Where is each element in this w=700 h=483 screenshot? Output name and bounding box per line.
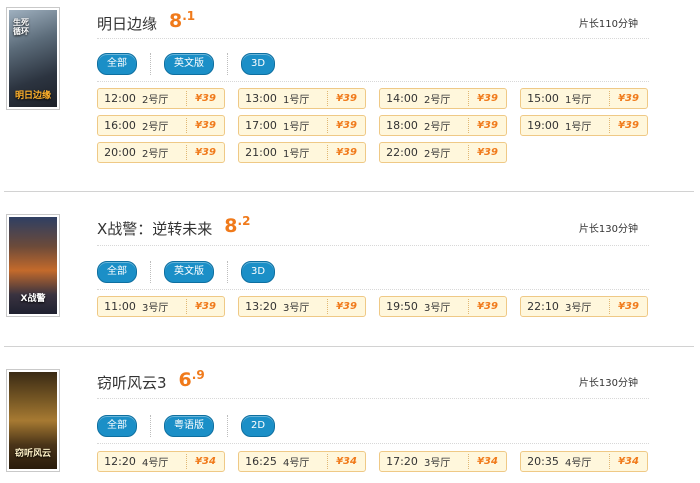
version-filter: 全部 英文版 3D xyxy=(97,260,276,284)
tag-divider xyxy=(97,81,649,82)
showtime-slot[interactable]: 19:50 3号厅 ¥39 xyxy=(379,296,507,317)
showtime-slot[interactable]: 17:00 1号厅 ¥39 xyxy=(238,115,366,136)
filter-separator xyxy=(227,53,228,75)
tag-divider xyxy=(97,443,649,444)
showtime-slot[interactable]: 20:00 2号厅 ¥39 xyxy=(97,142,225,163)
movie-duration: 片长110分钟 xyxy=(578,19,638,30)
filter-all-button[interactable]: 全部 xyxy=(97,415,137,437)
showtime-slot[interactable]: 20:35 4号厅 ¥34 xyxy=(520,451,648,472)
showtime-slot[interactable]: 22:00 2号厅 ¥39 xyxy=(379,142,507,163)
showtime-slot[interactable]: 21:00 1号厅 ¥39 xyxy=(238,142,366,163)
filter-language-button[interactable]: 英文版 xyxy=(164,53,214,75)
version-filter: 全部 英文版 3D xyxy=(97,52,276,76)
movie-duration: 片长130分钟 xyxy=(578,378,638,389)
movie-title[interactable]: 明日边缘 xyxy=(97,15,157,33)
showtime-slot[interactable]: 13:20 3号厅 ¥39 xyxy=(238,296,366,317)
title-divider xyxy=(97,38,649,39)
movie-title-row: X战警：逆转未来 8.2 xyxy=(97,212,250,238)
filter-separator xyxy=(150,53,151,75)
poster-title-text: 窃听风云 xyxy=(14,449,51,459)
filter-separator xyxy=(227,261,228,283)
movie-poster[interactable]: X战警 xyxy=(6,214,60,317)
movie-title-row: 明日边缘 8.1 xyxy=(97,7,195,33)
movie-title[interactable]: 窃听风云3 xyxy=(97,374,167,392)
filter-language-button[interactable]: 粤语版 xyxy=(164,415,214,437)
filter-all-button[interactable]: 全部 xyxy=(97,53,137,75)
movie-poster[interactable]: 窃听风云 xyxy=(6,369,60,472)
movie-title[interactable]: X战警：逆转未来 xyxy=(97,220,212,238)
filter-format-button[interactable]: 3D xyxy=(241,261,276,283)
poster-image: X战警 xyxy=(9,217,57,314)
filter-separator xyxy=(227,415,228,437)
version-filter: 全部 粤语版 2D xyxy=(97,414,276,438)
poster-image: 生死循环 明日边缘 xyxy=(9,10,57,107)
showtime-slot[interactable]: 18:00 2号厅 ¥39 xyxy=(379,115,507,136)
filter-format-button[interactable]: 2D xyxy=(241,415,276,437)
showtime-slot[interactable]: 13:00 1号厅 ¥39 xyxy=(238,88,366,109)
movie-score: 8.1 xyxy=(169,9,196,32)
title-divider xyxy=(97,245,649,246)
showtime-slot[interactable]: 11:00 3号厅 ¥39 xyxy=(97,296,225,317)
title-divider xyxy=(97,398,649,399)
showtime-slot[interactable]: 12:00 2号厅 ¥39 xyxy=(97,88,225,109)
showtime-slot[interactable]: 16:25 4号厅 ¥34 xyxy=(238,451,366,472)
showtime-slot[interactable]: 16:00 2号厅 ¥39 xyxy=(97,115,225,136)
showtime-slot[interactable]: 12:20 4号厅 ¥34 xyxy=(97,451,225,472)
tag-divider xyxy=(97,289,649,290)
showtime-slot[interactable]: 15:00 1号厅 ¥39 xyxy=(520,88,648,109)
filter-separator xyxy=(150,415,151,437)
poster-title-text: X战警 xyxy=(20,294,46,304)
showtime-slot[interactable]: 14:00 2号厅 ¥39 xyxy=(379,88,507,109)
showtime-slot[interactable]: 19:00 1号厅 ¥39 xyxy=(520,115,648,136)
movie-poster[interactable]: 生死循环 明日边缘 xyxy=(6,7,60,110)
showtime-slot[interactable]: 22:10 3号厅 ¥39 xyxy=(520,296,648,317)
filter-language-button[interactable]: 英文版 xyxy=(164,261,214,283)
movie-title-row: 窃听风云3 6.9 xyxy=(97,366,205,392)
filter-separator xyxy=(150,261,151,283)
movie-score: 6.9 xyxy=(178,368,205,391)
filter-all-button[interactable]: 全部 xyxy=(97,261,137,283)
movie-divider xyxy=(4,191,694,192)
poster-title-text: 明日边缘 xyxy=(14,91,51,101)
poster-image: 窃听风云 xyxy=(9,372,57,469)
showtime-slot[interactable]: 17:20 3号厅 ¥34 xyxy=(379,451,507,472)
filter-format-button[interactable]: 3D xyxy=(241,53,276,75)
poster-top-text: 生死循环 xyxy=(13,18,29,36)
movie-duration: 片长130分钟 xyxy=(578,224,638,235)
movie-divider xyxy=(4,346,694,347)
movie-score: 8.2 xyxy=(224,214,251,237)
